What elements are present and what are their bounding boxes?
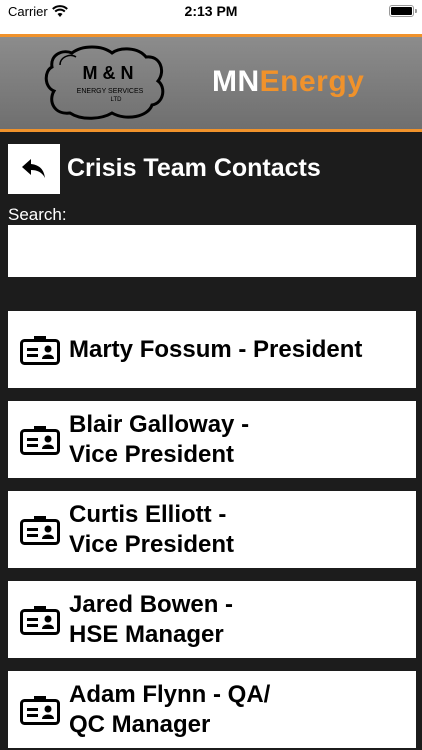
contact-list: Marty Fossum - President Blair Galloway … [8, 311, 416, 750]
battery-icon [389, 5, 417, 17]
contact-name: Curtis Elliott - Vice President [69, 500, 234, 558]
brand-wordmark: MNEnergy [212, 65, 364, 99]
contact-item[interactable]: Marty Fossum - President [8, 311, 416, 388]
contact-name: Adam Flynn - QA/ QC Manager [69, 680, 271, 738]
contact-card-icon [20, 516, 60, 545]
brand-energy: Energy [259, 65, 365, 98]
contact-name: Marty Fossum - President [69, 335, 363, 363]
mn-logo: M & N ENERGY SERVICES LTD [44, 45, 165, 120]
contact-item[interactable]: Jared Bowen - HSE Manager [8, 581, 416, 658]
contact-item[interactable]: Blair Galloway - Vice President [8, 401, 416, 478]
logo-line1: M & N [83, 63, 134, 83]
contact-card-icon [20, 696, 60, 725]
contact-card-icon [20, 336, 60, 365]
search-input[interactable] [8, 225, 416, 277]
contact-card-icon [20, 606, 60, 635]
contact-name: Blair Galloway - Vice President [69, 410, 250, 468]
back-button[interactable] [8, 144, 60, 194]
logo-line3: LTD [111, 97, 123, 103]
contact-item[interactable]: Adam Flynn - QA/ QC Manager [8, 671, 416, 748]
status-bar: Carrier 2:13 PM [0, 0, 422, 34]
status-time: 2:13 PM [184, 3, 238, 19]
contact-name: Jared Bowen - HSE Manager [69, 590, 234, 648]
contact-card-icon [20, 426, 60, 455]
page-title: Crisis Team Contacts [67, 154, 321, 182]
contact-item[interactable]: Curtis Elliott - Vice President [8, 491, 416, 568]
back-arrow-icon [22, 159, 45, 178]
search-label: Search: [8, 205, 67, 224]
app-header: M & N ENERGY SERVICES LTD MNEnergy [0, 34, 422, 132]
brand-mn: MN [212, 65, 260, 98]
logo-line2: ENERGY SERVICES [77, 88, 144, 95]
